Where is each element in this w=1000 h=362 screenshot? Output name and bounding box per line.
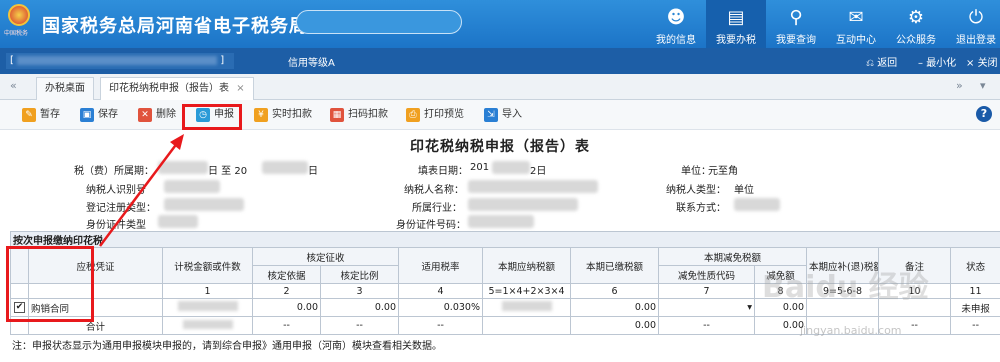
annotation-arrow bbox=[99, 134, 184, 247]
